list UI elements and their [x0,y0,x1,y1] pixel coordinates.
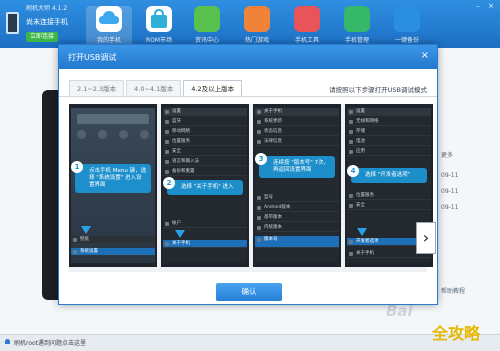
status-link[interactable]: 刷机root遇到问题点击这里 [14,338,86,347]
nav-backup[interactable]: 一键备份 [384,6,430,46]
bell-icon [4,338,11,346]
date-label: 09-11 [441,204,459,211]
arrow-icon [357,228,367,236]
connect-status: 尚未连接手机 [26,18,68,26]
close-icon[interactable]: × [421,50,429,62]
tab-version-40[interactable]: 4.0~4.1版本 [126,80,182,96]
step-panel-1: 壁纸 系统设置 1 点击手机 Menu 键，选择 "系统设置" 进入设置界面 [69,104,157,267]
tab-version-2x[interactable]: 2.1~2.3版本 [69,80,125,96]
phone-icon [6,12,19,34]
window-controls: – × [473,2,496,10]
step-panels: 壁纸 系统设置 1 点击手机 Menu 键，选择 "系统设置" 进入设置界面 设… [69,104,436,272]
phone-screen: 关于手机 系统更新 状态信息 法律信息 型号 Android版本 基带版本 内核… [255,108,339,263]
build-number-row: 版本号 [255,236,339,248]
step-panel-3: 关于手机 系统更新 状态信息 法律信息 型号 Android版本 基带版本 内核… [253,104,341,267]
version-tabs: 2.1~2.3版本 4.0~4.1版本 4.2及以上版本 [69,80,244,96]
usb-debug-dialog: 打开USB调试 × 2.1~2.3版本 4.0~4.1版本 4.2及以上版本 请… [58,44,438,305]
background-sidebar: 更多 09-11 09-11 09-11 帮助教程 [441,110,499,310]
close-window-icon[interactable]: × [486,2,496,10]
news-icon [194,6,220,32]
dialog-title: 打开USB调试 [68,53,117,62]
confirm-button[interactable]: 确认 [216,283,282,301]
app-title: 刷机大师 4.1.2 [26,5,68,12]
step-callout: 4 选择 "开发者选项" [347,165,427,183]
step-callout: 3 连续按 "版本号" 7次，再返回设置界面 [255,153,335,178]
next-arrow-button[interactable]: › [416,222,436,254]
nav-manage[interactable]: 手机管理 [334,6,380,46]
nav-tools[interactable]: 手机工具 [284,6,330,46]
nav-games[interactable]: 热门游戏 [234,6,280,46]
date-label: 09-11 [441,188,459,195]
about-phone-row: 关于手机 [163,240,247,248]
watermark-logo: 全攻略 [432,324,481,343]
nav-news[interactable]: 资讯中心 [184,6,230,46]
cloud-icon [96,6,122,32]
more-link[interactable]: 更多 [441,150,453,159]
tab-divider [59,96,437,97]
search-bar [77,114,149,124]
gamepad-icon [244,6,270,32]
connect-button[interactable]: 立即连接 [26,32,58,42]
quick-toggles [77,130,149,142]
minimize-icon[interactable]: – [473,2,483,10]
toolbox-icon [294,6,320,32]
nav-rom-market[interactable]: ROM市场 [136,6,182,46]
shopping-bag-icon [146,6,172,32]
arrow-icon [175,230,185,238]
date-label: 09-11 [441,172,459,179]
backup-icon [394,6,420,32]
system-settings-row: 系统设置 [71,248,155,256]
help-link[interactable]: 帮助教程 [441,286,465,295]
tab-version-42[interactable]: 4.2及以上版本 [183,80,243,96]
instruction-text: 请按照以下步骤打开USB调试模式 [329,86,427,94]
shield-icon [344,6,370,32]
nav-my-phone[interactable]: 我的手机 [86,6,132,46]
step-panel-2: 设置 蓝牙 移动网络 位置服务 安全 语言和输入法 备份和重置 帐户 关于手机 … [161,104,249,267]
arrow-icon [81,226,91,234]
step-callout: 2 选择 "关于手机" 进入 [163,177,243,195]
step-callout: 1 点击手机 Menu 键，选择 "系统设置" 进入设置界面 [71,161,151,193]
